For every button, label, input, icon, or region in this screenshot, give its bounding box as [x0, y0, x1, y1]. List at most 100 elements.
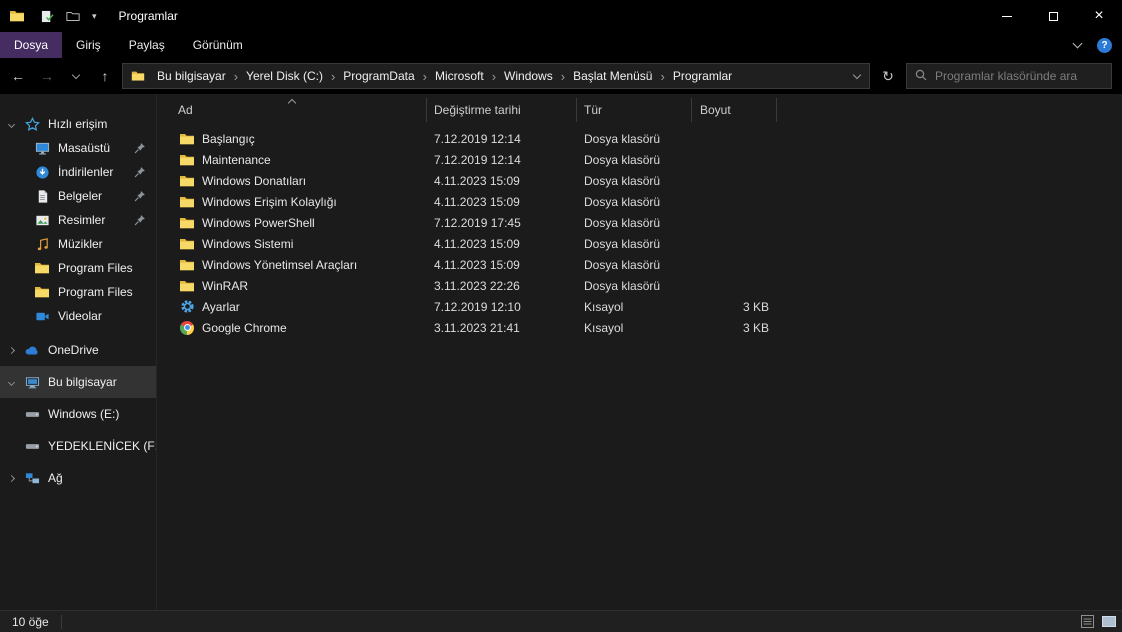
file-row[interactable]: Windows PowerShell 7.12.2019 17:45 Dosya k… [157, 212, 1122, 233]
network-icon [24, 470, 40, 486]
breadcrumb-chevron-icon[interactable]: › [421, 69, 429, 84]
file-row[interactable]: Windows Donatıları 4.11.2023 15:09 Dosya k… [157, 170, 1122, 191]
sidebar-item-label: Müzikler [58, 237, 103, 251]
breadcrumb-chevron-icon[interactable]: › [329, 69, 337, 84]
ribbon-collapse-chevron-icon[interactable] [1072, 38, 1083, 49]
sidebar-item-label: Hızlı erişim [48, 117, 108, 131]
file-type: Kısayol [584, 320, 624, 335]
sidebar-item-desktop[interactable]: Masaüstü [0, 136, 156, 160]
chrome-icon [179, 320, 195, 336]
sidebar-item-drive-f[interactable]: YEDEKLENİCEK (F:) [0, 430, 156, 462]
refresh-button[interactable]: ↻ [875, 63, 901, 89]
file-type: Kısayol [584, 299, 624, 314]
search-input[interactable] [935, 69, 1103, 83]
close-button[interactable]: × [1076, 0, 1122, 32]
up-button[interactable]: ↑ [93, 62, 117, 90]
qat-properties-icon[interactable] [41, 10, 54, 23]
sidebar-item-label: Resimler [58, 213, 106, 227]
column-header-boyut[interactable]: Boyut [692, 98, 777, 122]
tab-giris[interactable]: Giriş [62, 32, 115, 58]
column-header-tur[interactable]: Tür [577, 98, 692, 122]
sidebar-item-pictures[interactable]: Resimler [0, 208, 156, 232]
recent-locations-chevron-icon[interactable] [64, 62, 88, 90]
chevron-right-icon[interactable] [7, 474, 16, 482]
sidebar-item-videos[interactable]: Videolar [0, 304, 156, 328]
breadcrumb-chevron-icon[interactable]: › [490, 69, 498, 84]
address-dropdown-chevron-icon[interactable] [852, 70, 862, 79]
tab-gorunum[interactable]: Görünüm [179, 32, 257, 58]
file-row[interactable]: Google Chrome 3.11.2023 21:41 Kısayol 3 KB [157, 317, 1122, 338]
file-row[interactable]: Ayarlar 7.12.2019 12:10 Kısayol 3 KB [157, 296, 1122, 317]
file-name-cell: Windows Sistemi [157, 236, 427, 252]
folder-icon [34, 260, 50, 276]
breadcrumb-item[interactable]: Bu bilgisayar [151, 64, 232, 88]
minimize-button[interactable] [984, 0, 1030, 32]
file-date: 7.12.2019 17:45 [434, 215, 521, 230]
column-header-ad[interactable]: Ad [157, 98, 427, 122]
navigation-bar: ← → ↑ Bu bilgisayar › Yerel Disk (C:) › Prog… [0, 58, 1122, 94]
sidebar-item-this-pc[interactable]: Bu bilgisayar [0, 366, 156, 398]
search-box[interactable] [906, 63, 1112, 89]
tab-paylas[interactable]: Paylaş [115, 32, 179, 58]
file-row[interactable]: Windows Yönetimsel Araçları 4.11.2023 15:… [157, 254, 1122, 275]
back-button[interactable]: ← [6, 62, 30, 90]
breadcrumb-item[interactable]: Microsoft [429, 64, 490, 88]
file-type: Dosya klasörü [584, 257, 661, 272]
breadcrumb-chevron-icon[interactable]: › [559, 69, 567, 84]
breadcrumb-chevron-icon[interactable]: › [232, 69, 240, 84]
file-type: Dosya klasörü [584, 194, 661, 209]
sidebar-item-label: İndirilenler [58, 165, 114, 179]
breadcrumb-item[interactable]: Başlat Menüsü [567, 64, 658, 88]
chevron-right-icon[interactable] [7, 346, 16, 354]
maximize-button[interactable] [1030, 0, 1076, 32]
file-row[interactable]: Maintenance 7.12.2019 12:14 Dosya klasörü [157, 149, 1122, 170]
pin-icon [134, 166, 146, 178]
file-row[interactable]: Windows Erişim Kolaylığı 4.11.2023 15:09 D… [157, 191, 1122, 212]
sidebar: Hızlı erişim Masaüstü İndirilenler Belgeler… [0, 94, 157, 610]
address-bar[interactable]: Bu bilgisayar › Yerel Disk (C:) › ProgramDat… [122, 63, 870, 89]
sidebar-item-documents[interactable]: Belgeler [0, 184, 156, 208]
sidebar-item-onedrive[interactable]: OneDrive [0, 334, 156, 366]
breadcrumb-item[interactable]: ProgramData [337, 64, 420, 88]
sidebar-item-network[interactable]: Ağ [0, 462, 156, 494]
file-name: Ayarlar [202, 299, 240, 314]
sidebar-item-label: Videolar [58, 309, 102, 323]
close-icon: × [1094, 7, 1104, 24]
file-name: Başlangıç [202, 131, 255, 146]
help-icon[interactable]: ? [1097, 37, 1112, 53]
large-icons-view-icon[interactable] [1098, 611, 1120, 632]
chevron-down-icon[interactable] [7, 120, 16, 128]
file-row[interactable]: Başlangıç 7.12.2019 12:14 Dosya klasörü [157, 128, 1122, 149]
breadcrumb-item[interactable]: Yerel Disk (C:) [240, 64, 329, 88]
drive-icon [24, 406, 40, 422]
file-name-cell: Başlangıç [157, 131, 427, 147]
file-row[interactable]: WinRAR 3.11.2023 22:26 Dosya klasörü [157, 275, 1122, 296]
breadcrumb-chevron-icon[interactable]: › [658, 69, 666, 84]
sidebar-item-downloads[interactable]: İndirilenler [0, 160, 156, 184]
qat-customize-chevron-icon[interactable]: ▾ [92, 11, 97, 22]
documents-icon [34, 188, 50, 204]
forward-button[interactable]: → [35, 62, 59, 90]
sidebar-item-program-files-1[interactable]: Program Files [0, 256, 156, 280]
file-row[interactable]: Windows Sistemi 4.11.2023 15:09 Dosya klas… [157, 233, 1122, 254]
sidebar-item-program-files-2[interactable]: Program Files [0, 280, 156, 304]
tab-dosya[interactable]: Dosya [0, 32, 63, 58]
sidebar-item-drive-e[interactable]: Windows (E:) [0, 398, 156, 430]
column-header-degistirme-tarihi[interactable]: Değiştirme tarihi [427, 98, 577, 122]
content-area: Hızlı erişim Masaüstü İndirilenler Belgeler… [0, 94, 1122, 610]
sidebar-item-quick-access[interactable]: Hızlı erişim [0, 112, 156, 136]
minimize-icon [1002, 15, 1012, 17]
sidebar-item-music[interactable]: Müzikler [0, 232, 156, 256]
qat-new-folder-icon[interactable] [66, 9, 80, 23]
folder-icon [179, 131, 195, 147]
maximize-icon [1048, 11, 1058, 21]
window-title: Programlar [118, 9, 178, 23]
breadcrumb-item[interactable]: Windows [498, 64, 559, 88]
file-name-cell: Maintenance [157, 152, 427, 168]
breadcrumb-item[interactable]: Programlar [667, 64, 738, 88]
file-type: Dosya klasörü [584, 215, 661, 230]
folder-icon [179, 278, 195, 294]
details-view-icon[interactable] [1076, 611, 1098, 632]
file-name: Windows Donatıları [202, 173, 307, 188]
chevron-down-icon[interactable] [7, 378, 16, 386]
